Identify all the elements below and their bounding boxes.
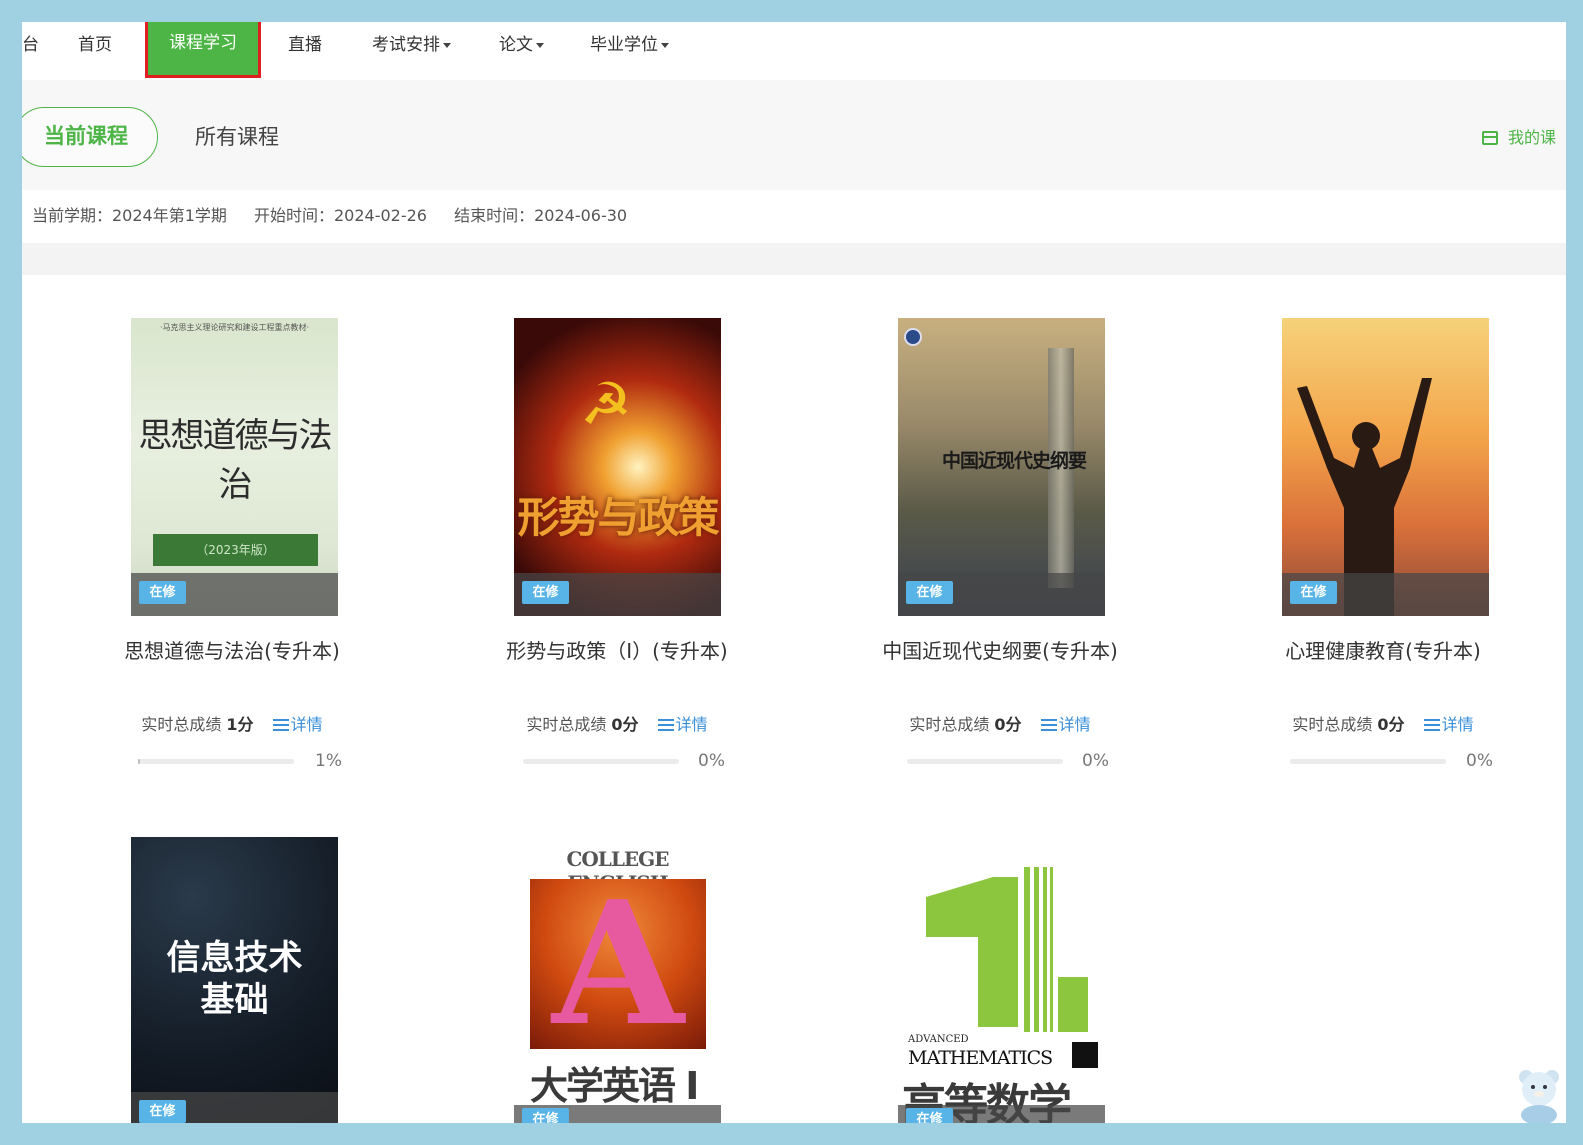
progress-bar	[907, 759, 1063, 764]
progress-bar	[1290, 759, 1446, 764]
score-row: 实时总成绩 0分 详情	[452, 711, 782, 735]
letter-a-graphic: A	[552, 864, 684, 1064]
detail-label: 详情	[1441, 715, 1474, 734]
detail-label: 详情	[1058, 715, 1091, 734]
cover-top-text: ·马克思主义理论研究和建设工程重点教材·	[159, 323, 310, 332]
my-course-link[interactable]: 我的课	[1482, 126, 1556, 150]
progress-text: 1%	[315, 751, 342, 771]
nav-item-course-study[interactable]: 课程学习	[145, 22, 261, 78]
cover-title: 信息技术基础	[166, 938, 303, 1020]
course-title[interactable]: 中国近现代史纲要(专升本)	[835, 635, 1165, 664]
progress-text: 0%	[698, 751, 725, 771]
nav-label: 首页	[78, 35, 112, 55]
tab-all-courses[interactable]: 所有课程	[195, 107, 279, 167]
cover-title: 形势与政策	[517, 493, 719, 542]
course-cover[interactable]: COLLEGE ENGLISH A 大学英语 I 在修	[514, 837, 721, 1123]
school-logo-icon	[904, 328, 922, 346]
score-label: 实时总成绩	[1292, 715, 1373, 734]
nav-item-home[interactable]: 首页	[78, 22, 112, 80]
status-badge: 在修	[139, 581, 186, 604]
cover-art: A	[530, 879, 706, 1049]
nav-label: 直播	[288, 35, 322, 55]
nav-label: 论文	[499, 35, 533, 55]
status-badge: 在修	[139, 1100, 186, 1123]
course-cover[interactable]: 中国近现代史纲要 在修	[898, 318, 1105, 616]
course-cover[interactable]: 在修	[1282, 318, 1489, 616]
list-icon	[1040, 719, 1057, 731]
nav-item-exam[interactable]: 考试安排	[372, 22, 451, 80]
course-title[interactable]: 思想道德与法治(专升本)	[67, 635, 397, 664]
progress-fill	[138, 759, 140, 764]
course-cover[interactable]: ☭ 形势与政策 在修	[514, 318, 721, 616]
my-course-label: 我的课	[1508, 128, 1557, 147]
detail-link[interactable]: 详情	[272, 715, 323, 734]
course-cover[interactable]: 信息技术基础 在修	[131, 837, 338, 1123]
progress-bar	[523, 759, 679, 764]
nav-item-thesis[interactable]: 论文	[499, 22, 544, 80]
top-navigation: 台 首页 课程学习 直播 考试安排 论文 毕业学位	[22, 22, 1566, 80]
caret-down-icon	[661, 42, 669, 48]
nav-item-live[interactable]: 直播	[288, 22, 322, 80]
nav-item-partial[interactable]: 台	[22, 22, 39, 80]
list-icon	[272, 719, 289, 731]
cover-edition: （2023年版）	[153, 534, 318, 566]
page-frame: 台 首页 课程学习 直播 考试安排 论文 毕业学位 当前课程 所有课程 我的课 …	[22, 22, 1566, 1123]
calendar-icon	[1482, 131, 1498, 145]
tab-current-courses[interactable]: 当前课程	[22, 107, 158, 167]
term-semester: 当前学期：2024年第1学期	[32, 206, 227, 225]
caret-down-icon	[536, 42, 544, 48]
score-row: 实时总成绩 0分 详情	[835, 711, 1165, 735]
course-tab-bar: 当前课程 所有课程 我的课	[22, 80, 1566, 190]
course-cover[interactable]: ADVANCED MATHEMATICS 高等数学 在修	[898, 837, 1105, 1123]
score-row: 实时总成绩 1分 详情	[67, 711, 397, 735]
score-row: 实时总成绩 0分 详情	[1218, 711, 1548, 735]
divider-band	[22, 243, 1566, 275]
detail-link[interactable]: 详情	[657, 715, 708, 734]
cover-emblem	[1072, 1042, 1098, 1068]
detail-link[interactable]: 详情	[1423, 715, 1474, 734]
cover-title: 中国近现代史纲要	[942, 450, 1087, 472]
score-value: 0分	[994, 715, 1022, 734]
nav-item-degree[interactable]: 毕业学位	[590, 22, 669, 80]
score-label: 实时总成绩	[909, 715, 990, 734]
cover-title: 思想道德与法治	[138, 416, 333, 505]
status-badge: 在修	[906, 1108, 953, 1123]
list-icon	[1423, 719, 1440, 731]
bear-mascot-icon[interactable]	[1512, 1063, 1566, 1123]
term-info: 当前学期：2024年第1学期 开始时间：2024-02-26 结束时间：2024…	[32, 190, 649, 242]
hammer-sickle-icon: ☭	[580, 370, 632, 438]
cover-title: 大学英语 I	[530, 1064, 699, 1108]
term-start: 开始时间：2024-02-26	[254, 206, 427, 225]
nav-label: 毕业学位	[590, 35, 658, 55]
course-title[interactable]: 形势与政策（I）(专升本)	[452, 635, 782, 664]
detail-link[interactable]: 详情	[1040, 715, 1091, 734]
status-badge: 在修	[522, 1108, 569, 1123]
score-value: 1分	[226, 715, 254, 734]
progress-text: 0%	[1466, 751, 1493, 771]
course-cover[interactable]: ·马克思主义理论研究和建设工程重点教材· 思想道德与法治 （2023年版） 在修	[131, 318, 338, 616]
score-value: 0分	[611, 715, 639, 734]
caret-down-icon	[443, 42, 451, 48]
progress-bar	[138, 759, 294, 764]
nav-label: 课程学习	[169, 33, 237, 53]
course-title[interactable]: 心理健康教育(专升本)	[1218, 635, 1548, 664]
person-silhouette-icon	[1297, 378, 1432, 616]
score-value: 0分	[1377, 715, 1405, 734]
status-badge: 在修	[906, 581, 953, 604]
status-badge: 在修	[522, 581, 569, 604]
cover-top-text: ADVANCED	[908, 1034, 969, 1045]
term-end: 结束时间：2024-06-30	[454, 206, 628, 225]
detail-label: 详情	[290, 715, 323, 734]
score-label: 实时总成绩	[141, 715, 222, 734]
status-badge: 在修	[1290, 581, 1337, 604]
detail-label: 详情	[675, 715, 708, 734]
nav-label: 考试安排	[372, 35, 440, 55]
number-one-graphic	[926, 867, 1088, 1032]
cover-subtitle: MATHEMATICS	[908, 1047, 1053, 1069]
progress-text: 0%	[1082, 751, 1109, 771]
score-label: 实时总成绩	[526, 715, 607, 734]
list-icon	[657, 719, 674, 731]
